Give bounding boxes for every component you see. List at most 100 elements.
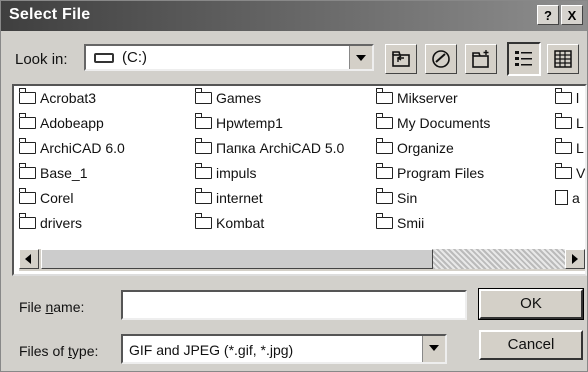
folder-item[interactable]: Corel	[19, 188, 74, 212]
folder-item[interactable]: drivers	[19, 213, 83, 237]
item-label: Base_1	[40, 165, 88, 181]
folder-icon	[376, 163, 393, 179]
folder-item[interactable]: My Documents	[376, 113, 491, 137]
list-view-icon	[515, 51, 532, 66]
folder-icon	[376, 113, 393, 129]
new-folder-icon	[472, 50, 489, 68]
details-view-button[interactable]	[547, 44, 579, 74]
folder-item[interactable]: Acrobat3	[19, 88, 97, 112]
folder-item[interactable]: Mikserver	[376, 88, 458, 112]
file-item[interactable]: a	[555, 190, 580, 212]
folder-icon	[195, 88, 212, 104]
folder-item[interactable]: L	[555, 113, 584, 137]
drive-icon	[94, 53, 114, 63]
item-label: My Documents	[397, 115, 491, 131]
chevron-down-icon[interactable]	[349, 46, 372, 69]
up-one-level-button[interactable]	[385, 44, 417, 74]
item-label: Hpwtemp1	[216, 115, 283, 131]
folder-item[interactable]: Папка ArchiCAD 5.0	[195, 138, 345, 162]
folder-icon	[19, 163, 36, 179]
item-label: L	[576, 140, 584, 156]
folder-item[interactable]: impuls	[195, 163, 257, 187]
folder-item[interactable]: Adobeapp	[19, 113, 104, 137]
folder-item[interactable]: V	[555, 163, 586, 187]
file-list[interactable]: Acrobat3 Adobeapp ArchiCAD 6.0 Base_1 Corel d…	[12, 84, 587, 276]
folder-icon	[195, 163, 212, 179]
scroll-track[interactable]	[433, 249, 565, 269]
folder-icon	[19, 113, 36, 129]
file-type-value: GIF and JPEG (*.gif, *.jpg)	[129, 342, 294, 358]
chevron-down-icon[interactable]	[422, 336, 445, 362]
folder-icon	[195, 213, 212, 229]
folder-icon	[555, 138, 572, 154]
details-view-icon	[554, 50, 572, 68]
item-label: V	[576, 165, 586, 181]
item-label: Smii	[397, 215, 425, 231]
folder-item[interactable]: L	[555, 138, 584, 162]
item-label: drivers	[40, 215, 83, 231]
folder-item[interactable]: ArchiCAD 6.0	[19, 138, 125, 162]
item-label: Corel	[40, 190, 74, 206]
folder-icon	[376, 138, 393, 154]
folder-item[interactable]: Kombat	[195, 213, 264, 237]
folder-icon	[195, 113, 212, 129]
folder-item[interactable]: Organize	[376, 138, 454, 162]
file-type-select[interactable]: GIF and JPEG (*.gif, *.jpg)	[121, 334, 447, 364]
folder-icon	[19, 213, 36, 229]
ok-button[interactable]: OK	[478, 288, 584, 320]
scroll-left-icon[interactable]	[19, 249, 39, 269]
folder-item[interactable]: Hpwtemp1	[195, 113, 283, 137]
create-new-folder-button[interactable]	[465, 44, 497, 74]
folder-icon	[19, 88, 36, 104]
folder-icon	[19, 188, 36, 204]
item-label: Acrobat3	[40, 90, 97, 106]
folder-item[interactable]: Program Files	[376, 163, 485, 187]
item-label: Папка ArchiCAD 5.0	[216, 140, 345, 156]
item-label: Program Files	[397, 165, 485, 181]
file-name-input[interactable]	[121, 290, 467, 320]
folder-item[interactable]: l	[555, 88, 580, 112]
folder-item[interactable]: Base_1	[19, 163, 88, 187]
scroll-thumb[interactable]	[41, 249, 433, 269]
horizontal-scrollbar[interactable]	[19, 249, 585, 271]
item-label: Organize	[397, 140, 454, 156]
help-button[interactable]: ?	[537, 5, 559, 25]
look-in-label: Look in:	[15, 51, 68, 68]
file-icon	[555, 190, 568, 205]
folder-icon	[376, 188, 393, 204]
cancel-button[interactable]: Cancel	[479, 330, 583, 360]
folder-item[interactable]: Smii	[376, 213, 425, 237]
desktop-icon	[432, 50, 450, 68]
folder-icon	[195, 188, 212, 204]
file-type-label: Files of type:	[19, 343, 99, 359]
folder-icon	[555, 113, 572, 129]
item-label: a	[572, 190, 580, 206]
folder-item[interactable]: Games	[195, 88, 262, 112]
folder-icon	[376, 213, 393, 229]
scroll-right-icon[interactable]	[565, 249, 585, 269]
item-label: ArchiCAD 6.0	[40, 140, 125, 156]
folder-icon	[195, 138, 212, 154]
item-label: Adobeapp	[40, 115, 104, 131]
title-bar[interactable]: Select File ? X	[1, 1, 587, 31]
up-folder-icon	[392, 51, 410, 67]
folder-item[interactable]: internet	[195, 188, 263, 212]
item-label: l	[576, 90, 580, 106]
look-in-value: (C:)	[122, 49, 147, 66]
go-to-desktop-button[interactable]	[425, 44, 457, 74]
folder-icon	[555, 163, 572, 179]
dialog-title: Select File	[9, 6, 91, 23]
item-label: Mikserver	[397, 90, 458, 106]
list-view-button[interactable]	[507, 42, 541, 76]
folder-icon	[376, 88, 393, 104]
folder-icon	[19, 138, 36, 154]
select-file-dialog: Select File ? X Look in: (C:) Acrobat3 Ad…	[0, 0, 588, 372]
close-button[interactable]: X	[561, 5, 583, 25]
look-in-combo[interactable]: (C:)	[84, 44, 374, 71]
item-label: impuls	[216, 165, 257, 181]
item-label: Games	[216, 90, 262, 106]
item-label: internet	[216, 190, 263, 206]
file-name-label: File name:	[19, 299, 85, 315]
folder-item[interactable]: Sin	[376, 188, 417, 212]
folder-icon	[555, 88, 572, 104]
